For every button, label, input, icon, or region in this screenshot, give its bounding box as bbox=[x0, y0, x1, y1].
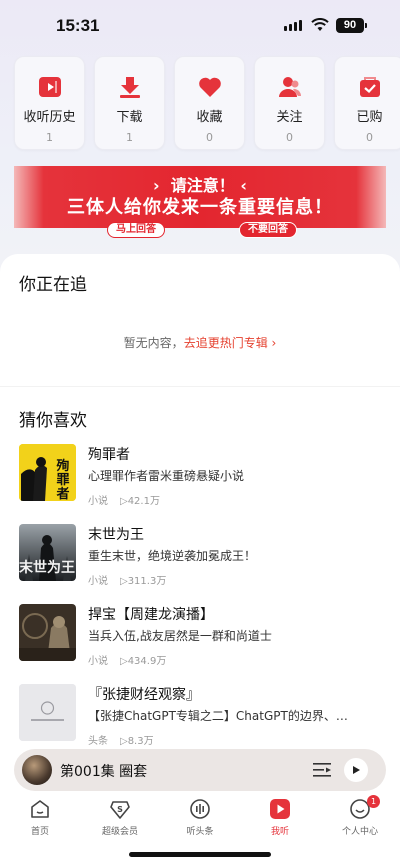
book-item[interactable]: 殉 罪 者 殉罪者 心理罪作者雷米重磅悬疑小说 小说 ▷42.1万 bbox=[19, 444, 381, 507]
book-plays: ▷8.3万 bbox=[120, 736, 154, 747]
shortcut-history[interactable]: 收听历史 1 bbox=[14, 56, 85, 150]
tab-label: 我听 bbox=[270, 827, 289, 837]
shortcut-label: 收藏 bbox=[196, 110, 223, 125]
vip-icon: S bbox=[108, 797, 132, 821]
home-icon bbox=[28, 797, 52, 821]
book-cover: 末世为王 bbox=[19, 524, 76, 581]
book-category: 小说 bbox=[88, 576, 108, 587]
book-meta: 头条 ▷8.3万 bbox=[88, 732, 154, 747]
svg-text:末世为王: 末世为王 bbox=[19, 559, 75, 576]
shortcut-row: 收听历史 1 下载 1 收藏 0 关注 0 已购 0 bbox=[14, 56, 400, 150]
book-title: 末世为王 bbox=[88, 527, 144, 543]
book-cover bbox=[19, 684, 76, 741]
book-title: 捍宝【周建龙演播】 bbox=[88, 607, 214, 623]
tab-label: 超级会员 bbox=[101, 827, 138, 837]
book-plays: ▷42.1万 bbox=[120, 496, 160, 507]
book-cover bbox=[19, 604, 76, 661]
follow-icon bbox=[277, 74, 303, 100]
player-title: 第001集 圈套 bbox=[60, 764, 148, 780]
book-meta: 小说 ▷311.3万 bbox=[88, 572, 166, 587]
book-meta: 小说 ▷42.1万 bbox=[88, 492, 160, 507]
book-category: 小说 bbox=[88, 496, 108, 507]
following-empty: 暂无内容，去追更热门专辑 › bbox=[123, 336, 277, 350]
tab-label: 首页 bbox=[30, 827, 49, 837]
shortcut-count: 0 bbox=[286, 131, 293, 144]
book-desc: 【张捷ChatGPT专辑之二】ChatGPT的边界、… bbox=[88, 709, 348, 723]
book-desc: 重生末世，绝境逆袭加冕成王！ bbox=[88, 549, 257, 563]
wifi-icon bbox=[311, 18, 329, 31]
hot-albums-link[interactable]: 去追更热门专辑 › bbox=[184, 336, 277, 350]
book-item[interactable]: 捍宝【周建龙演播】 当兵入伍,战友居然是一群和尚道士 小说 ▷434.9万 bbox=[19, 604, 381, 667]
my-listen-icon bbox=[268, 797, 292, 821]
reply-now-button[interactable]: 马上回答 bbox=[107, 222, 165, 238]
mini-player[interactable]: 第001集 圈套 bbox=[14, 749, 386, 791]
tab-home[interactable]: 首页 bbox=[0, 795, 80, 866]
book-title: 『张捷财经观察』 bbox=[88, 687, 200, 703]
shortcut-count: 1 bbox=[46, 131, 53, 144]
shortcut-purchased[interactable]: 已购 0 bbox=[334, 56, 400, 150]
svg-text:者: 者 bbox=[55, 486, 69, 501]
signal-icon bbox=[284, 20, 302, 31]
divider bbox=[0, 386, 400, 387]
notification-badge: 1 bbox=[367, 795, 380, 808]
book-item[interactable]: 末世为王 末世为王 重生末世，绝境逆袭加冕成王！ 小说 ▷311.3万 bbox=[19, 524, 381, 587]
banner-headline: 三体人给你发来一条重要信息！ bbox=[67, 197, 333, 218]
play-button[interactable] bbox=[344, 758, 368, 782]
history-icon bbox=[37, 74, 63, 100]
tab-label: 听头条 bbox=[186, 827, 214, 837]
shortcut-label: 关注 bbox=[276, 110, 303, 125]
guess-title: 猜你喜欢 bbox=[19, 411, 87, 431]
home-indicator bbox=[129, 852, 271, 857]
tab-label: 个人中心 bbox=[341, 827, 378, 837]
book-category: 头条 bbox=[88, 736, 108, 747]
book-category: 小说 bbox=[88, 656, 108, 667]
shortcut-label: 收听历史 bbox=[23, 110, 76, 125]
tab-bar: 首页 S 超级会员 听头条 我听 1 个人中心 bbox=[0, 795, 400, 866]
following-title: 你正在追 bbox=[19, 275, 87, 295]
tab-profile[interactable]: 1 个人中心 bbox=[320, 795, 400, 866]
svg-text:罪: 罪 bbox=[56, 472, 69, 488]
download-icon bbox=[117, 74, 143, 100]
purchased-icon bbox=[357, 74, 383, 100]
book-plays: ▷434.9万 bbox=[120, 656, 167, 667]
book-title: 殉罪者 bbox=[88, 447, 130, 463]
play-icon bbox=[353, 766, 360, 774]
headline-icon bbox=[188, 797, 212, 821]
shortcut-label: 已购 bbox=[356, 110, 383, 125]
shortcut-following[interactable]: 关注 0 bbox=[254, 56, 325, 150]
shortcut-count: 1 bbox=[126, 131, 133, 144]
book-meta: 小说 ▷434.9万 bbox=[88, 652, 166, 667]
heart-icon bbox=[197, 74, 223, 100]
battery-indicator: 90 bbox=[336, 18, 367, 33]
shortcut-label: 下载 bbox=[116, 110, 143, 125]
book-item[interactable]: 『张捷财经观察』 【张捷ChatGPT专辑之二】ChatGPT的边界、… 头条 ▷… bbox=[19, 684, 381, 747]
book-plays: ▷311.3万 bbox=[120, 576, 167, 587]
shortcut-count: 0 bbox=[206, 131, 213, 144]
playlist-icon[interactable] bbox=[312, 760, 332, 780]
status-time: 15:31 bbox=[56, 16, 100, 35]
svg-text:S: S bbox=[117, 805, 123, 814]
svg-text:殉: 殉 bbox=[55, 458, 69, 474]
book-desc: 当兵入伍,战友居然是一群和尚道士 bbox=[88, 629, 272, 643]
book-cover: 殉 罪 者 bbox=[19, 444, 76, 501]
do-not-reply-button[interactable]: 不要回答 bbox=[239, 222, 297, 238]
shortcut-count: 0 bbox=[366, 131, 373, 144]
player-cover bbox=[22, 755, 52, 785]
book-desc: 心理罪作者雷米重磅悬疑小说 bbox=[88, 469, 245, 483]
promo-banner[interactable]: › 请注意！ ‹ 三体人给你发来一条重要信息！ 马上回答 不要回答 bbox=[14, 166, 386, 240]
shortcut-download[interactable]: 下载 1 bbox=[94, 56, 165, 150]
status-bar: 15:31 90 bbox=[0, 0, 400, 52]
shortcut-favorites[interactable]: 收藏 0 bbox=[174, 56, 245, 150]
